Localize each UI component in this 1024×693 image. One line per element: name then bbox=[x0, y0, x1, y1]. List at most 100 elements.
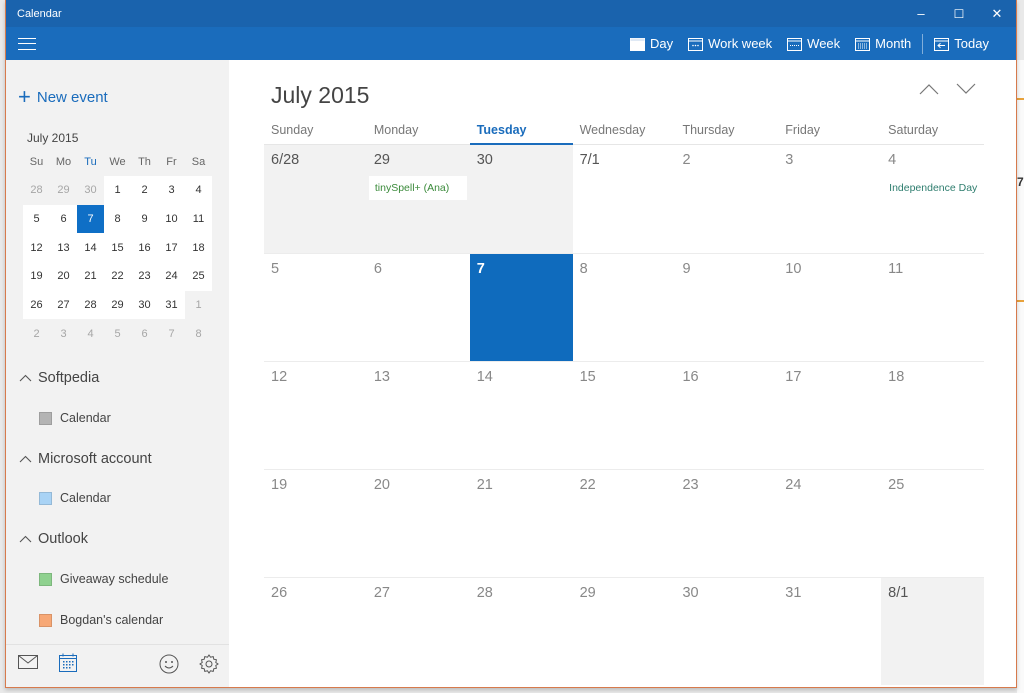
calendar-color-swatch[interactable] bbox=[39, 572, 52, 586]
day-cell[interactable]: 16 bbox=[675, 362, 778, 469]
mini-calendar-day[interactable]: 2 bbox=[131, 176, 158, 205]
mini-calendar-day[interactable]: 16 bbox=[131, 233, 158, 263]
mini-calendar-day[interactable]: 1 bbox=[104, 176, 131, 205]
mini-calendar-day[interactable]: 25 bbox=[185, 262, 212, 291]
day-cell[interactable]: 13 bbox=[367, 362, 470, 469]
calendar-item[interactable]: Giveaway schedule bbox=[39, 572, 168, 586]
calendar-item[interactable]: Bogdan's calendar bbox=[39, 613, 163, 627]
mini-calendar-day[interactable]: 13 bbox=[50, 233, 77, 263]
mini-calendar-day[interactable]: 5 bbox=[23, 204, 50, 234]
mini-calendar-day[interactable]: 3 bbox=[50, 319, 77, 348]
view-workweek-button[interactable]: Work week bbox=[688, 36, 772, 51]
day-cell[interactable]: 4 Independence Day bbox=[881, 145, 984, 253]
view-month-button[interactable]: Month bbox=[855, 36, 911, 51]
calendar-group-header[interactable]: Outlook bbox=[19, 531, 88, 547]
calendar-group-header[interactable]: Softpedia bbox=[19, 370, 99, 386]
mini-calendar-today[interactable]: 7 bbox=[77, 204, 104, 234]
day-cell[interactable]: 12 bbox=[264, 362, 367, 469]
day-cell[interactable]: 22 bbox=[573, 470, 676, 577]
day-cell[interactable]: 3 bbox=[778, 145, 881, 253]
day-cell[interactable]: 26 bbox=[264, 578, 367, 685]
mini-calendar-day[interactable]: 19 bbox=[23, 262, 50, 291]
day-cell[interactable]: 23 bbox=[675, 470, 778, 577]
mini-calendar-day[interactable]: 9 bbox=[131, 204, 158, 234]
day-cell[interactable]: 29 tinySpell+ (Ana) bbox=[366, 145, 470, 253]
calendar-color-swatch[interactable] bbox=[39, 613, 52, 627]
day-cell[interactable]: 31 bbox=[778, 578, 881, 685]
day-cell[interactable]: 6 bbox=[367, 254, 470, 361]
mini-calendar-day[interactable]: 5 bbox=[104, 319, 131, 348]
mini-calendar-day[interactable]: 4 bbox=[77, 319, 104, 348]
day-cell[interactable]: 8 bbox=[573, 254, 676, 361]
minimize-button[interactable]: – bbox=[902, 0, 940, 27]
day-cell[interactable]: 14 bbox=[470, 362, 573, 469]
maximize-button[interactable]: ☐ bbox=[940, 0, 978, 27]
settings-button[interactable] bbox=[199, 654, 219, 679]
day-cell[interactable]: 27 bbox=[367, 578, 470, 685]
day-cell[interactable]: 19 bbox=[264, 470, 367, 577]
mini-calendar-title[interactable]: July 2015 bbox=[27, 131, 78, 145]
day-cell[interactable]: 20 bbox=[367, 470, 470, 577]
feedback-button[interactable] bbox=[159, 654, 179, 679]
day-cell[interactable]: 24 bbox=[778, 470, 881, 577]
previous-month-button[interactable] bbox=[919, 82, 939, 100]
calendar-item[interactable]: Calendar bbox=[39, 491, 111, 505]
mini-calendar-day[interactable]: 29 bbox=[104, 290, 131, 320]
day-cell[interactable]: 28 bbox=[470, 578, 573, 685]
new-event-button[interactable]: + New event bbox=[18, 86, 108, 108]
mini-calendar-day[interactable]: 14 bbox=[77, 233, 104, 263]
mini-calendar-day[interactable]: 4 bbox=[185, 176, 212, 205]
mini-calendar-day[interactable]: 15 bbox=[104, 233, 131, 263]
next-month-button[interactable] bbox=[956, 82, 976, 100]
day-cell[interactable]: 5 bbox=[264, 254, 367, 361]
mini-calendar-day[interactable]: 20 bbox=[50, 262, 77, 291]
mini-calendar-day[interactable]: 8 bbox=[185, 319, 212, 348]
day-cell[interactable]: 11 bbox=[881, 254, 984, 361]
mini-calendar-day[interactable]: 21 bbox=[77, 262, 104, 291]
day-cell[interactable]: 25 bbox=[881, 470, 984, 577]
mini-calendar-day[interactable]: 28 bbox=[23, 176, 50, 205]
hamburger-menu-button[interactable] bbox=[18, 37, 36, 50]
mini-calendar-day[interactable]: 6 bbox=[131, 319, 158, 348]
day-cell[interactable]: 15 bbox=[573, 362, 676, 469]
day-cell[interactable]: 10 bbox=[778, 254, 881, 361]
mini-calendar-day[interactable]: 2 bbox=[23, 319, 50, 348]
mini-calendar-day[interactable]: 28 bbox=[77, 290, 104, 320]
mini-calendar-day[interactable]: 24 bbox=[158, 262, 185, 291]
day-cell[interactable]: 30 bbox=[469, 145, 573, 253]
mini-calendar-day[interactable]: 18 bbox=[185, 233, 212, 263]
day-cell-today[interactable]: 7 bbox=[469, 254, 573, 361]
day-cell[interactable]: 8/1 bbox=[881, 578, 985, 685]
mini-calendar-day[interactable]: 7 bbox=[158, 319, 185, 348]
view-week-button[interactable]: Week bbox=[787, 36, 840, 51]
mini-calendar-day[interactable]: 11 bbox=[185, 204, 212, 234]
day-cell[interactable]: 7/1 bbox=[573, 145, 676, 253]
close-button[interactable]: ✕ bbox=[978, 0, 1016, 27]
day-cell[interactable]: 6/28 bbox=[264, 145, 367, 253]
day-cell[interactable]: 9 bbox=[675, 254, 778, 361]
mini-calendar-day[interactable]: 17 bbox=[158, 233, 185, 263]
day-cell[interactable]: 30 bbox=[675, 578, 778, 685]
mini-calendar-day[interactable]: 3 bbox=[158, 176, 185, 205]
mini-calendar-day[interactable]: 23 bbox=[131, 262, 158, 291]
calendar-event[interactable]: Independence Day bbox=[883, 176, 982, 200]
mini-calendar-day[interactable]: 29 bbox=[50, 176, 77, 205]
mini-calendar-day[interactable]: 26 bbox=[23, 290, 50, 320]
today-button[interactable]: Today bbox=[934, 36, 989, 51]
mini-calendar-day[interactable]: 27 bbox=[50, 290, 77, 320]
calendar-group-header[interactable]: Microsoft account bbox=[19, 451, 152, 467]
mini-calendar-day[interactable]: 31 bbox=[158, 290, 185, 320]
mini-calendar-day[interactable]: 6 bbox=[50, 204, 77, 234]
day-cell[interactable]: 18 bbox=[881, 362, 984, 469]
calendar-color-swatch[interactable] bbox=[39, 411, 52, 425]
calendar-item[interactable]: Calendar bbox=[39, 411, 111, 425]
day-cell[interactable]: 17 bbox=[778, 362, 881, 469]
mini-calendar-day[interactable]: 10 bbox=[158, 204, 185, 234]
view-day-button[interactable]: Day bbox=[629, 36, 673, 51]
day-cell[interactable]: 21 bbox=[470, 470, 573, 577]
calendar-color-swatch[interactable] bbox=[39, 491, 52, 505]
mini-calendar-day[interactable]: 8 bbox=[104, 204, 131, 234]
mini-calendar-day[interactable]: 22 bbox=[104, 262, 131, 291]
day-cell[interactable]: 29 bbox=[573, 578, 676, 685]
calendar-event[interactable]: tinySpell+ (Ana) bbox=[368, 176, 467, 200]
